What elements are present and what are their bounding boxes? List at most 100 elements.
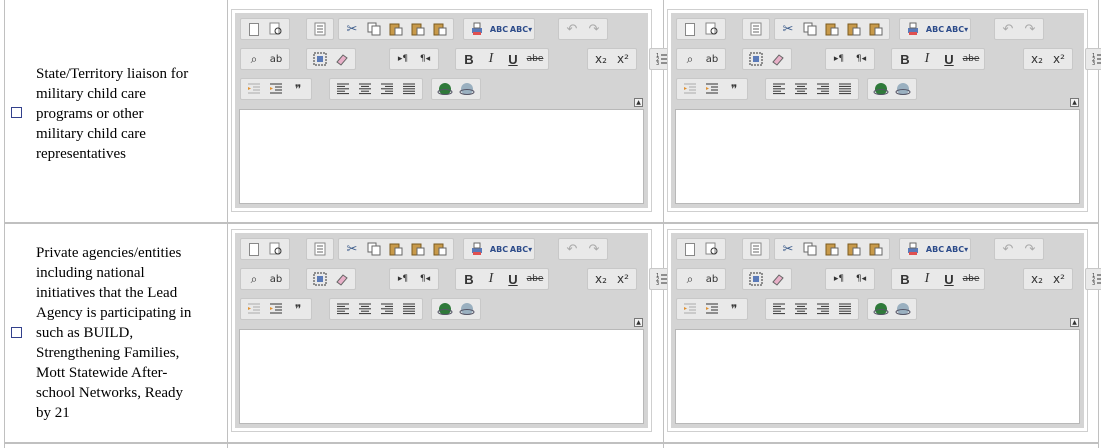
spellcheck-icon[interactable]: ABC	[488, 20, 510, 38]
print-icon[interactable]	[466, 20, 488, 38]
blockquote-icon[interactable]: ❞	[723, 300, 745, 318]
numbered-list-icon[interactable]: 123	[1088, 50, 1101, 68]
bidi-ltr-icon[interactable]: ▸¶	[392, 50, 414, 68]
outdent-icon[interactable]	[679, 80, 701, 98]
outdent-icon[interactable]	[243, 300, 265, 318]
preview-icon[interactable]	[265, 240, 287, 258]
paste-text-icon[interactable]	[843, 240, 865, 258]
preview-icon[interactable]	[265, 20, 287, 38]
paste-word-icon[interactable]	[865, 240, 887, 258]
underline-icon[interactable]: U	[502, 50, 524, 68]
outdent-icon[interactable]	[243, 80, 265, 98]
underline-icon[interactable]: U	[502, 270, 524, 288]
select-all-icon[interactable]	[745, 50, 767, 68]
select-all-icon[interactable]	[745, 270, 767, 288]
editor-text-area[interactable]	[239, 329, 644, 424]
scayt-icon[interactable]: ABC▾	[946, 20, 968, 38]
new-page-icon[interactable]	[243, 240, 265, 258]
bidi-ltr-icon[interactable]: ▸¶	[828, 50, 850, 68]
italic-icon[interactable]: I	[480, 270, 502, 288]
link-icon[interactable]	[434, 300, 456, 318]
templates-icon[interactable]	[745, 20, 767, 38]
replace-icon[interactable]: ab	[701, 270, 723, 288]
indent-icon[interactable]	[265, 300, 287, 318]
editor-text-area[interactable]	[675, 329, 1080, 424]
bold-icon[interactable]: B	[894, 270, 916, 288]
bidi-ltr-icon[interactable]: ▸¶	[392, 270, 414, 288]
paste-icon[interactable]	[821, 20, 843, 38]
underline-icon[interactable]: U	[938, 270, 960, 288]
remove-format-icon[interactable]	[767, 50, 789, 68]
preview-icon[interactable]	[701, 20, 723, 38]
italic-icon[interactable]: I	[480, 50, 502, 68]
paste-word-icon[interactable]	[429, 20, 451, 38]
redo-icon[interactable]: ↷	[1019, 20, 1041, 38]
link-icon[interactable]	[870, 300, 892, 318]
spellcheck-icon[interactable]: ABC	[488, 240, 510, 258]
italic-icon[interactable]: I	[916, 50, 938, 68]
copy-icon[interactable]	[363, 20, 385, 38]
align-left-icon[interactable]	[332, 300, 354, 318]
copy-icon[interactable]	[799, 20, 821, 38]
underline-icon[interactable]: U	[938, 50, 960, 68]
italic-icon[interactable]: I	[916, 270, 938, 288]
align-left-icon[interactable]	[768, 300, 790, 318]
superscript-icon[interactable]: x²	[1048, 50, 1070, 68]
indent-icon[interactable]	[265, 80, 287, 98]
cut-icon[interactable]: ✂	[777, 240, 799, 258]
print-icon[interactable]	[902, 20, 924, 38]
subscript-icon[interactable]: x₂	[590, 50, 612, 68]
templates-icon[interactable]	[745, 240, 767, 258]
bidi-rtl-icon[interactable]: ¶◂	[414, 50, 436, 68]
justify-icon[interactable]	[398, 80, 420, 98]
new-page-icon[interactable]	[243, 20, 265, 38]
paste-icon[interactable]	[385, 20, 407, 38]
print-icon[interactable]	[902, 240, 924, 258]
new-page-icon[interactable]	[679, 20, 701, 38]
find-icon[interactable]: ⌕	[679, 50, 701, 68]
scayt-icon[interactable]: ABC▾	[946, 240, 968, 258]
link-icon[interactable]	[870, 80, 892, 98]
bidi-rtl-icon[interactable]: ¶◂	[414, 270, 436, 288]
blockquote-icon[interactable]: ❞	[287, 300, 309, 318]
replace-icon[interactable]: ab	[265, 270, 287, 288]
unlink-icon[interactable]	[892, 80, 914, 98]
undo-icon[interactable]: ↶	[997, 240, 1019, 258]
strike-icon[interactable]: abe	[524, 270, 546, 288]
select-all-icon[interactable]	[309, 270, 331, 288]
superscript-icon[interactable]: x²	[612, 270, 634, 288]
find-icon[interactable]: ⌕	[679, 270, 701, 288]
row-checkbox[interactable]	[11, 327, 22, 338]
undo-icon[interactable]: ↶	[561, 240, 583, 258]
bidi-ltr-icon[interactable]: ▸¶	[828, 270, 850, 288]
copy-icon[interactable]	[799, 240, 821, 258]
spellcheck-icon[interactable]: ABC	[924, 240, 946, 258]
scayt-icon[interactable]: ABC▾	[510, 240, 532, 258]
redo-icon[interactable]: ↷	[1019, 240, 1041, 258]
unlink-icon[interactable]	[456, 300, 478, 318]
remove-format-icon[interactable]	[331, 50, 353, 68]
unlink-icon[interactable]	[456, 80, 478, 98]
print-icon[interactable]	[466, 240, 488, 258]
paste-text-icon[interactable]	[843, 20, 865, 38]
blockquote-icon[interactable]: ❞	[287, 80, 309, 98]
indent-icon[interactable]	[701, 300, 723, 318]
preview-icon[interactable]	[701, 240, 723, 258]
cut-icon[interactable]: ✂	[341, 240, 363, 258]
numbered-list-icon[interactable]: 123	[1088, 270, 1101, 288]
spellcheck-icon[interactable]: ABC	[924, 20, 946, 38]
paste-text-icon[interactable]	[407, 20, 429, 38]
justify-icon[interactable]	[398, 300, 420, 318]
indent-icon[interactable]	[701, 80, 723, 98]
toolbar-collapse-icon[interactable]: ▲	[1070, 318, 1079, 327]
superscript-icon[interactable]: x²	[612, 50, 634, 68]
subscript-icon[interactable]: x₂	[590, 270, 612, 288]
justify-icon[interactable]	[834, 80, 856, 98]
bold-icon[interactable]: B	[458, 270, 480, 288]
toolbar-collapse-icon[interactable]: ▲	[634, 318, 643, 327]
align-right-icon[interactable]	[376, 300, 398, 318]
copy-icon[interactable]	[363, 240, 385, 258]
strike-icon[interactable]: abe	[524, 50, 546, 68]
align-center-icon[interactable]	[354, 80, 376, 98]
select-all-icon[interactable]	[309, 50, 331, 68]
